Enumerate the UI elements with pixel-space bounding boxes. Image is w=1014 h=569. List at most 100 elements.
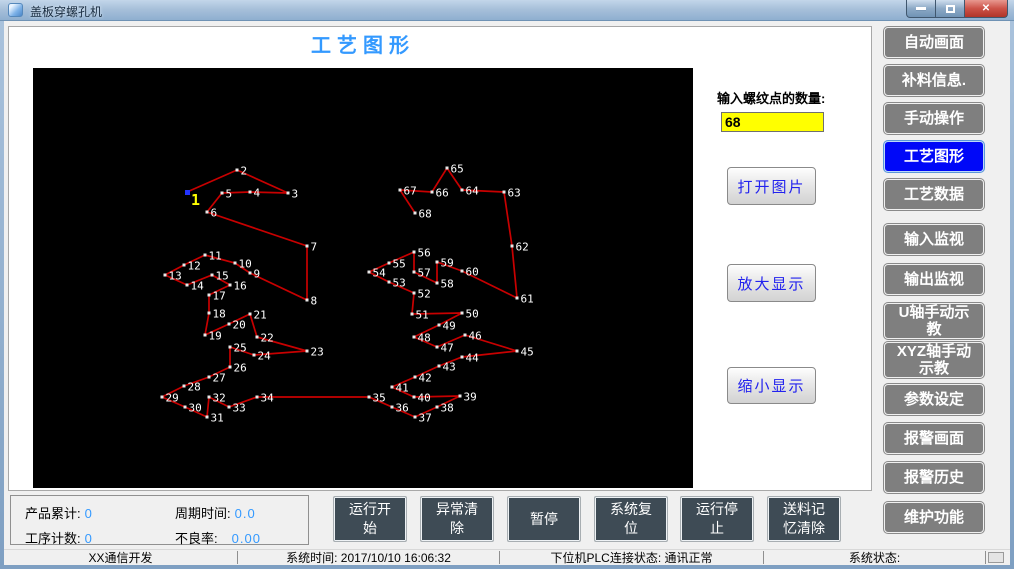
- pause-button[interactable]: 暂停: [507, 496, 581, 542]
- svg-text:2: 2: [241, 165, 248, 178]
- titlebar: 盖板穿螺孔机: [0, 0, 1014, 21]
- svg-text:58: 58: [441, 278, 454, 291]
- svg-text:61: 61: [521, 293, 534, 306]
- statusbar-grip: [988, 552, 1004, 563]
- svg-text:8: 8: [311, 295, 318, 308]
- svg-text:5: 5: [226, 188, 233, 201]
- statusbar-system-time: 系统时间: 2017/10/10 16:06:32: [238, 551, 500, 564]
- svg-text:44: 44: [466, 352, 480, 365]
- close-icon: ✕: [982, 3, 990, 14]
- statusbar: XX通信开发 系统时间: 2017/10/10 16:06:32 下位机PLC连…: [4, 549, 1010, 565]
- process-canvas: 1234567891011121314151617181920212223242…: [33, 68, 693, 488]
- svg-text:56: 56: [418, 247, 431, 260]
- minimize-icon: [916, 7, 926, 10]
- svg-text:21: 21: [254, 309, 267, 322]
- system-reset-button[interactable]: 系统复位: [594, 496, 668, 542]
- stat-value: 0: [85, 531, 93, 546]
- sidebar-item-process-data[interactable]: 工艺数据: [884, 179, 984, 210]
- window-title: 盖板穿螺孔机: [30, 3, 102, 20]
- stat-product-total: 产品累计: 0: [25, 503, 175, 522]
- svg-text:50: 50: [466, 308, 479, 321]
- svg-text:33: 33: [233, 402, 246, 415]
- stats-box: 产品累计: 0 周期时间:0.0 工序计数: 0 不良率: 0.00: [10, 495, 309, 545]
- zoom-in-display-button[interactable]: 放大显示: [727, 264, 816, 302]
- sidebar-item-manual-op[interactable]: 手动操作: [884, 103, 984, 134]
- sidebar-item-alarm-screen[interactable]: 报警画面: [884, 423, 984, 454]
- svg-text:57: 57: [418, 267, 431, 280]
- svg-text:18: 18: [213, 308, 226, 321]
- stat-label: 不良率:: [175, 531, 218, 546]
- maximize-button[interactable]: [936, 0, 964, 18]
- sidebar-item-feed-info[interactable]: 补料信息.: [884, 65, 984, 96]
- svg-text:46: 46: [469, 330, 482, 343]
- svg-text:47: 47: [441, 342, 454, 355]
- svg-text:65: 65: [451, 163, 464, 176]
- sidebar-item-alarm-history[interactable]: 报警历史: [884, 462, 984, 493]
- stat-value: 0.0: [235, 506, 256, 521]
- run-start-button[interactable]: 运行开始: [333, 496, 407, 542]
- svg-text:20: 20: [233, 319, 246, 332]
- svg-text:12: 12: [188, 260, 201, 273]
- svg-text:27: 27: [213, 372, 226, 385]
- svg-text:32: 32: [213, 392, 226, 405]
- svg-text:19: 19: [209, 330, 222, 343]
- app-icon: [8, 3, 23, 17]
- svg-text:37: 37: [419, 412, 432, 425]
- statusbar-plc-status: 下位机PLC连接状态: 通讯正常: [500, 551, 764, 564]
- svg-text:23: 23: [311, 346, 324, 359]
- zoom-out-display-button[interactable]: 缩小显示: [727, 367, 816, 404]
- svg-text:35: 35: [373, 392, 386, 405]
- run-stop-button[interactable]: 运行停止: [680, 496, 754, 542]
- svg-text:16: 16: [234, 280, 247, 293]
- sidebar-item-output-monitor[interactable]: 输出监视: [884, 264, 984, 295]
- svg-text:53: 53: [393, 277, 406, 290]
- svg-text:34: 34: [261, 392, 275, 405]
- svg-text:4: 4: [254, 187, 261, 200]
- stat-cycle-time: 周期时间:0.0: [175, 503, 308, 522]
- feed-memory-clear-button[interactable]: 送料记忆清除: [767, 496, 841, 542]
- svg-text:54: 54: [373, 267, 387, 280]
- minimize-button[interactable]: [906, 0, 936, 18]
- sidebar-item-process-graphic[interactable]: 工艺图形: [884, 141, 984, 172]
- sidebar-item-param-setting[interactable]: 参数设定: [884, 384, 984, 415]
- svg-text:15: 15: [216, 270, 229, 283]
- thread-count-input[interactable]: [721, 112, 824, 132]
- svg-text:3: 3: [292, 188, 299, 201]
- svg-text:7: 7: [311, 241, 318, 254]
- svg-text:67: 67: [404, 185, 417, 198]
- sidebar-item-input-monitor[interactable]: 输入监视: [884, 224, 984, 255]
- svg-text:52: 52: [418, 288, 431, 301]
- svg-text:9: 9: [254, 268, 261, 281]
- sidebar-item-xyz-axis-teach[interactable]: XYZ轴手动示教: [884, 342, 984, 378]
- svg-text:28: 28: [188, 381, 201, 394]
- stat-label: 产品累计:: [25, 506, 81, 521]
- error-clear-button[interactable]: 异常清除: [420, 496, 494, 542]
- svg-text:17: 17: [213, 290, 226, 303]
- svg-text:68: 68: [419, 208, 432, 221]
- window-frame-right: [1010, 21, 1014, 569]
- statusbar-system-state: 系统状态:: [764, 551, 986, 564]
- process-canvas-svg: 1234567891011121314151617181920212223242…: [33, 68, 693, 488]
- close-button[interactable]: ✕: [964, 0, 1008, 18]
- sidebar-item-maintenance[interactable]: 维护功能: [884, 502, 984, 533]
- svg-text:62: 62: [516, 241, 529, 254]
- stat-process-count: 工序计数: 0: [25, 528, 175, 547]
- svg-text:40: 40: [418, 392, 431, 405]
- svg-text:63: 63: [508, 187, 521, 200]
- app-window: 盖板穿螺孔机 ✕ 工艺图形 12345678910111213141516171…: [0, 0, 1014, 569]
- statusbar-company: XX通信开发: [4, 551, 238, 564]
- sidebar-item-auto-screen[interactable]: 自动画面: [884, 27, 984, 58]
- stat-label: 工序计数:: [25, 531, 81, 546]
- svg-text:24: 24: [258, 350, 272, 363]
- stat-value: 0: [85, 506, 93, 521]
- sidebar-item-u-axis-teach[interactable]: U轴手动示教: [884, 303, 984, 339]
- stat-value: 0.00: [232, 531, 261, 546]
- stat-defect-rate: 不良率: 0.00: [175, 528, 308, 547]
- svg-text:64: 64: [466, 185, 480, 198]
- svg-text:10: 10: [239, 258, 252, 271]
- svg-text:22: 22: [261, 332, 274, 345]
- svg-text:13: 13: [169, 270, 182, 283]
- open-image-button[interactable]: 打开图片: [727, 167, 816, 205]
- svg-text:60: 60: [466, 266, 479, 279]
- svg-text:59: 59: [441, 257, 454, 270]
